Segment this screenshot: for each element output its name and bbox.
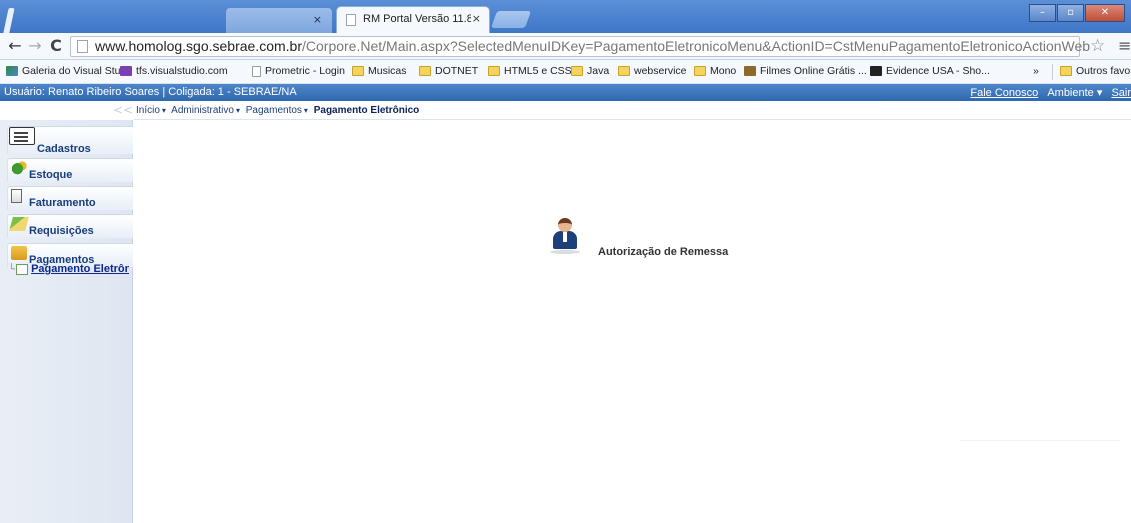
tab-title: RM Portal Versão 11.82.29. (363, 13, 471, 25)
tree-connector-icon: └ (8, 263, 16, 275)
tab-inactive[interactable]: × (226, 8, 332, 33)
page-icon (252, 65, 261, 77)
other-bookmarks-folder[interactable]: Outros favoritos (1060, 65, 1131, 77)
tab-close-icon[interactable]: × (472, 12, 481, 25)
bookmark-item[interactable]: HTML5 e CSS (488, 65, 572, 77)
bookmark-item[interactable]: Musicas (352, 65, 407, 77)
bookmarks-overflow-button[interactable]: » (1033, 65, 1039, 77)
user-info: Usuário: Renato Ribeiro Soares | Coligad… (4, 86, 297, 98)
sidebar-item-estoque[interactable]: Estoque (7, 158, 133, 182)
maximize-button[interactable]: ▫ (1057, 4, 1084, 22)
browser-tabstrip: × RM Portal Versão 11.82.29. × – ▫ ✕ (0, 0, 1131, 33)
action-autorizacao-remessa[interactable]: Autorização de Remessa (550, 217, 728, 258)
folder-icon (419, 66, 431, 76)
estoque-icon (11, 161, 27, 175)
pagamentos-icon (11, 246, 27, 260)
sidebar-item-faturamento[interactable]: Faturamento (7, 186, 133, 210)
tab-close-icon[interactable]: × (313, 13, 322, 26)
sidebar-item-label: Faturamento (29, 197, 96, 209)
bookmark-item[interactable]: Prometric - Login (252, 65, 345, 77)
sidebar-subitem-label[interactable]: Pagamento Eletrônico (31, 263, 129, 275)
folder-icon (618, 66, 630, 76)
breadcrumb-current: Pagamento Eletrônico (313, 105, 420, 116)
url-text: www.homolog.sgo.sebrae.com.br/Corpore.Ne… (95, 38, 1091, 54)
url-input[interactable]: www.homolog.sgo.sebrae.com.br/Corpore.Ne… (70, 36, 1090, 57)
cadastros-icon (9, 127, 35, 145)
page-favicon-icon (346, 14, 356, 26)
contact-link[interactable]: Fale Conosco (970, 87, 1038, 99)
sidebar-subitem-pagamento-eletronico[interactable]: └ Pagamento Eletrônico (8, 263, 129, 275)
page-icon (77, 40, 88, 53)
collapse-sidebar-icon[interactable]: << (113, 103, 133, 117)
tab-active[interactable]: RM Portal Versão 11.82.29. × (336, 6, 490, 33)
tab-stub (3, 8, 15, 33)
folder-icon (1060, 66, 1072, 76)
bookmark-item[interactable]: tfs.visualstudio.com (120, 65, 228, 77)
browser-menu-icon[interactable]: ≡ (1118, 36, 1131, 55)
bookmark-star-icon[interactable]: ☆ (1090, 36, 1105, 56)
icon-head (558, 218, 572, 232)
action-label[interactable]: Autorização de Remessa (598, 246, 728, 258)
requisicoes-icon (9, 217, 29, 231)
folder-icon (571, 66, 583, 76)
minimize-button[interactable]: – (1029, 4, 1056, 22)
person-icon[interactable] (550, 217, 580, 255)
breadcrumb-item[interactable]: Pagamentos (246, 105, 302, 116)
sidebar-item-label: Estoque (29, 169, 73, 181)
bookmark-item[interactable]: webservice (618, 65, 687, 77)
folder-icon (694, 66, 706, 76)
bookmarks-bar: Galeria do Visual Stu... tfs.visualstudi… (0, 60, 1131, 84)
breadcrumb-bar: << Início ▾ Administrativo ▾ Pagamentos ▾ P… (0, 101, 1131, 120)
back-button[interactable]: ← (6, 37, 24, 55)
environment-menu[interactable]: Ambiente ▾ (1047, 87, 1102, 99)
divider (134, 119, 1131, 120)
folder-icon (488, 66, 500, 76)
address-toolbar: ← → C www.homolog.sgo.sebrae.com.br/Corp… (0, 33, 1131, 60)
exit-link[interactable]: Sair (1111, 87, 1131, 99)
payment-doc-icon (16, 263, 29, 275)
sidebar-item-label: Requisições (29, 225, 94, 237)
window-close-button[interactable]: ✕ (1085, 4, 1125, 22)
visualstudio-icon (120, 66, 132, 76)
evidence-icon (870, 66, 882, 76)
bookmark-item[interactable]: Galeria do Visual Stu... (6, 65, 129, 77)
breadcrumb-item[interactable]: Administrativo (171, 105, 234, 116)
divider (960, 440, 1120, 441)
sidebar-item-label: Cadastros (37, 143, 91, 155)
forward-button[interactable]: → (26, 37, 44, 55)
icon-shadow (550, 250, 580, 254)
sidebar-item-requisicoes[interactable]: Requisições (7, 214, 133, 238)
header-links: Fale Conosco Ambiente ▾ Sair (964, 86, 1131, 99)
bookmarks-separator (1052, 64, 1053, 80)
bookmark-item[interactable]: Java (571, 65, 609, 77)
sidebar: Cadastros Estoque Faturamento Requisiçõe… (0, 120, 133, 523)
portal-header: Usuário: Renato Ribeiro Soares | Coligad… (0, 84, 1131, 101)
bookmark-item[interactable]: Mono (694, 65, 736, 77)
sidebar-item-cadastros[interactable]: Cadastros (7, 126, 133, 155)
faturamento-icon (11, 189, 22, 203)
folder-icon (352, 66, 364, 76)
bookmark-item[interactable]: Evidence USA - Sho... (870, 65, 990, 77)
new-tab-button[interactable] (490, 11, 532, 28)
reload-button[interactable]: C (47, 37, 65, 55)
icon-tie (563, 232, 567, 242)
bookmark-item[interactable]: Filmes Online Grátis ... (744, 65, 867, 77)
studio-icon (6, 66, 18, 76)
breadcrumb-item[interactable]: Início (136, 105, 160, 116)
breadcrumb: Início ▾ Administrativo ▾ Pagamentos ▾ Paga… (136, 105, 420, 116)
bookmark-item[interactable]: DOTNET (419, 65, 478, 77)
window-controls: – ▫ ✕ (1028, 4, 1125, 22)
film-icon (744, 66, 756, 76)
